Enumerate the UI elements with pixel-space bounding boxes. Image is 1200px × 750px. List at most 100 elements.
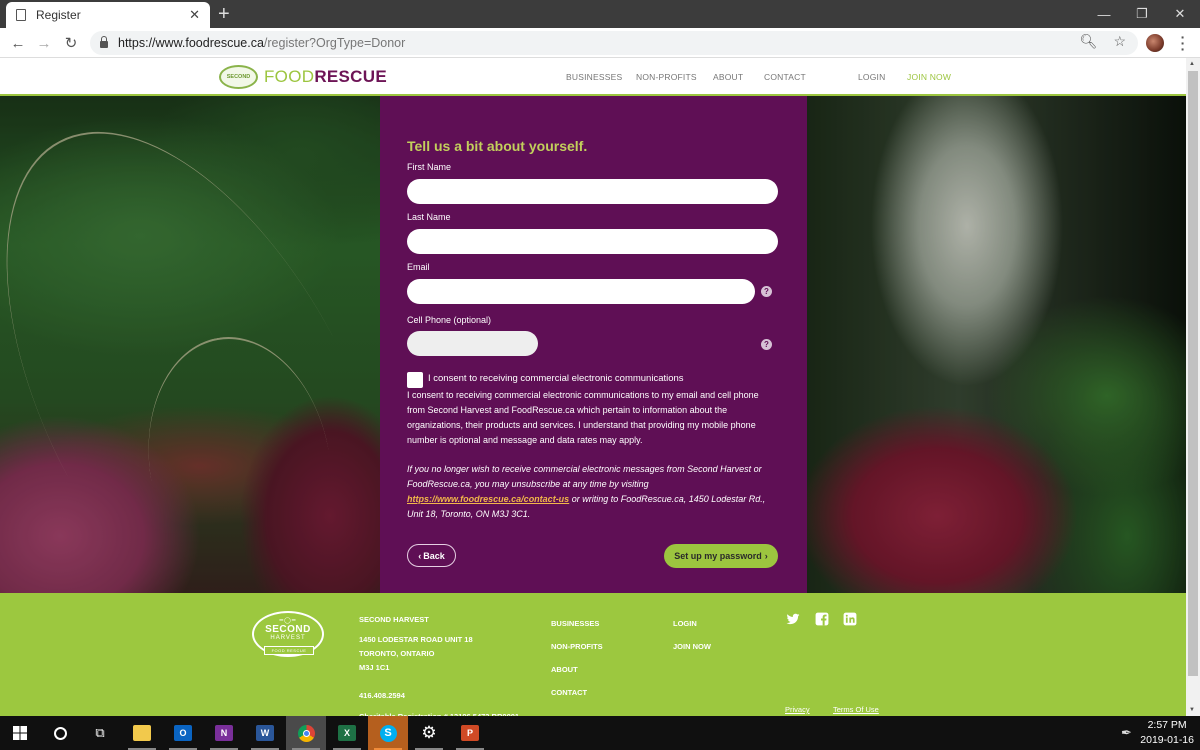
footer-link-non-profits[interactable]: NON-PROFITS: [551, 642, 603, 651]
url-host: https://www.foodrescue.ca: [118, 36, 264, 50]
scroll-down-icon[interactable]: ▼: [1189, 707, 1195, 713]
unsubscribe-text-1: If you no longer wish to receive commerc…: [407, 464, 762, 489]
logo-food: FOOD: [264, 67, 315, 86]
taskbar-settings[interactable]: ⚙: [409, 716, 449, 750]
footer-logo-line2: HARVEST: [270, 635, 306, 641]
system-clock[interactable]: 2:57 PM 2019-01-16: [1140, 718, 1194, 748]
footer-link-login[interactable]: LOGIN: [673, 619, 697, 628]
reload-icon[interactable]: ↻: [61, 33, 81, 53]
taskbar-powerpoint[interactable]: P: [450, 716, 490, 750]
consent-checkbox[interactable]: [407, 372, 423, 388]
last-name-input[interactable]: [407, 229, 778, 254]
footer-link-businesses[interactable]: BUSINESSES: [551, 619, 599, 628]
page-scrollbar[interactable]: ▲ ▼: [1186, 58, 1200, 716]
scroll-up-icon[interactable]: ▲: [1189, 61, 1195, 67]
terms-of-use-link[interactable]: Terms Of Use: [833, 705, 879, 714]
address-line2: TORONTO, ONTARIO: [359, 649, 435, 658]
word-icon: W: [256, 725, 274, 741]
taskbar-onenote[interactable]: N: [204, 716, 244, 750]
minimize-button[interactable]: —: [1084, 0, 1124, 28]
set-up-password-button[interactable]: Set up my password ›: [664, 544, 778, 568]
outlook-icon: O: [174, 725, 192, 741]
nav-about[interactable]: ABOUT: [713, 72, 743, 82]
task-view-button[interactable]: ⧉: [80, 716, 120, 750]
pen-workspace-icon[interactable]: ✒: [1121, 725, 1132, 741]
restore-button[interactable]: ❐: [1122, 0, 1162, 28]
taskbar-skype[interactable]: S: [368, 716, 408, 750]
new-tab-button[interactable]: +: [218, 3, 230, 25]
linkedin-icon[interactable]: [843, 612, 857, 626]
back-button[interactable]: ‹ Back: [407, 544, 456, 567]
powerpoint-icon: P: [461, 725, 479, 741]
nav-join-now[interactable]: JOIN NOW: [907, 72, 951, 82]
taskbar-file-explorer[interactable]: [122, 716, 162, 750]
lock-icon: [100, 35, 108, 48]
nav-contact[interactable]: CONTACT: [764, 72, 806, 82]
foodrescue-logo[interactable]: FOODRESCUE: [264, 67, 387, 87]
address-bar[interactable]: https://www.foodrescue.ca/register?OrgTy…: [90, 31, 1138, 55]
footer-link-join-now[interactable]: JOIN NOW: [673, 642, 711, 651]
unsubscribe-notice: If you no longer wish to receive commerc…: [407, 462, 779, 522]
task-view-icon: ⧉: [95, 725, 105, 740]
footer-logo-line1: SECOND: [265, 624, 311, 635]
tab-register[interactable]: Register ✕: [6, 2, 210, 28]
windows-taskbar: ⧉ O N W X S ⚙ P ✒ 2:57 PM 2019-01-16: [0, 716, 1200, 750]
consent-description: I consent to receiving commercial electr…: [407, 390, 759, 445]
address-line3: M3J 1C1: [359, 663, 390, 672]
footer-logo[interactable]: ━◯━ SECOND HARVEST FOOD RESCUE: [252, 611, 324, 657]
page-icon: [16, 9, 26, 21]
privacy-link[interactable]: Privacy: [785, 705, 810, 714]
taskbar-chrome[interactable]: [286, 716, 326, 750]
nav-non-profits[interactable]: NON-PROFITS: [636, 72, 697, 82]
windows-icon: [13, 726, 27, 740]
zoom-icon[interactable]: 🔍︎: [1080, 33, 1098, 50]
clock-date: 2019-01-16: [1140, 734, 1194, 746]
excel-icon: X: [338, 725, 356, 741]
registration-form: Tell us a bit about yourself. First Name…: [380, 96, 807, 593]
chevron-left-icon: ‹: [418, 550, 422, 561]
forward-icon[interactable]: →: [34, 33, 54, 53]
contact-us-link[interactable]: https://www.foodrescue.ca/contact-us: [407, 494, 569, 504]
site-header: SECOND FOODRESCUE BUSINESSES NON-PROFITS…: [0, 58, 1186, 96]
cortana-icon: [53, 726, 67, 740]
last-name-label: Last Name: [407, 212, 451, 222]
clock-time: 2:57 PM: [1147, 719, 1187, 731]
phone-help-icon[interactable]: ?: [761, 339, 772, 350]
consent-label[interactable]: I consent to receiving commercial electr…: [428, 373, 684, 384]
menu-icon[interactable]: · · ·: [1180, 30, 1186, 56]
first-name-input[interactable]: [407, 179, 778, 204]
cell-phone-input[interactable]: [407, 331, 538, 356]
email-label: Email: [407, 262, 430, 272]
email-input[interactable]: [407, 279, 755, 304]
window-close-button[interactable]: ✕: [1160, 0, 1200, 28]
first-name-label: First Name: [407, 162, 452, 172]
next-label: Set up my password: [674, 551, 762, 561]
nav-businesses[interactable]: BUSINESSES: [566, 72, 622, 82]
back-icon[interactable]: ←: [8, 33, 28, 53]
twitter-icon[interactable]: [786, 612, 800, 626]
footer-logo-ribbon: FOOD RESCUE: [264, 646, 314, 655]
scrollbar-thumb[interactable]: [1188, 71, 1198, 676]
browser-tab-strip: Register ✕ + — ❐ ✕: [0, 0, 1200, 28]
star-icon[interactable]: ☆: [1113, 33, 1126, 50]
nav-login[interactable]: LOGIN: [858, 72, 885, 82]
org-name: SECOND HARVEST: [359, 615, 429, 624]
phone-number: 416.408.2594: [359, 691, 405, 700]
url-path: /register?OrgType=Donor: [263, 36, 406, 50]
taskbar-word[interactable]: W: [245, 716, 285, 750]
form-title: Tell us a bit about yourself.: [407, 138, 588, 154]
chevron-right-icon: ›: [764, 551, 768, 561]
back-label: Back: [423, 550, 445, 561]
tab-close-icon[interactable]: ✕: [189, 7, 200, 23]
footer-link-contact[interactable]: CONTACT: [551, 688, 587, 697]
taskbar-excel[interactable]: X: [327, 716, 367, 750]
second-harvest-logo[interactable]: SECOND: [219, 65, 258, 89]
profile-avatar[interactable]: [1146, 34, 1164, 52]
email-help-icon[interactable]: ?: [761, 286, 772, 297]
taskbar-outlook[interactable]: O: [163, 716, 203, 750]
cell-phone-label: Cell Phone (optional): [407, 315, 492, 325]
start-button[interactable]: [0, 716, 40, 750]
footer-link-about[interactable]: ABOUT: [551, 665, 578, 674]
facebook-icon[interactable]: [815, 612, 829, 626]
search-button[interactable]: [40, 716, 80, 750]
